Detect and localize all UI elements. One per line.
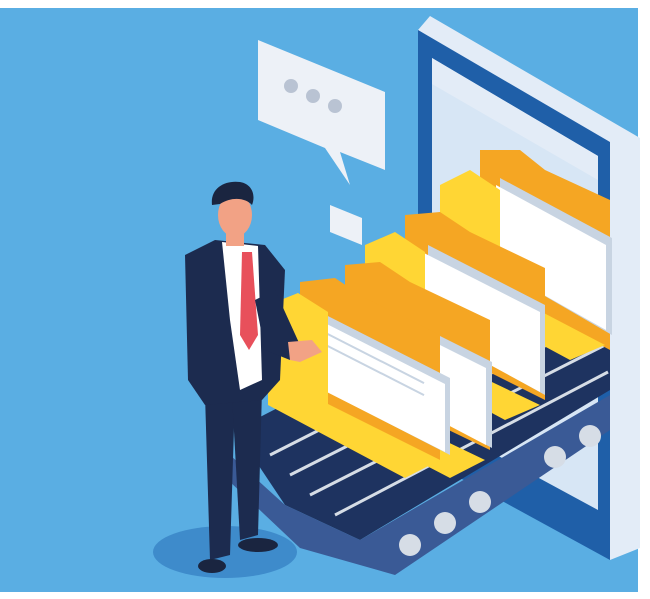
roller-4 (544, 446, 566, 468)
roller-3 (469, 491, 491, 513)
frame-bottom (0, 592, 650, 599)
bubble-dot-2 (306, 89, 320, 103)
man-leg-left (205, 395, 235, 560)
roller-2 (434, 512, 456, 534)
man-shoe-right (238, 538, 278, 552)
bubble-dot-1 (284, 79, 298, 93)
frame-top (0, 0, 650, 8)
bubble-dot-3 (328, 99, 342, 113)
illustration-canvas (0, 0, 650, 599)
man-shoe-left (198, 559, 226, 573)
illustration-svg (0, 0, 650, 599)
roller-1 (399, 534, 421, 556)
roller-5 (579, 425, 601, 447)
